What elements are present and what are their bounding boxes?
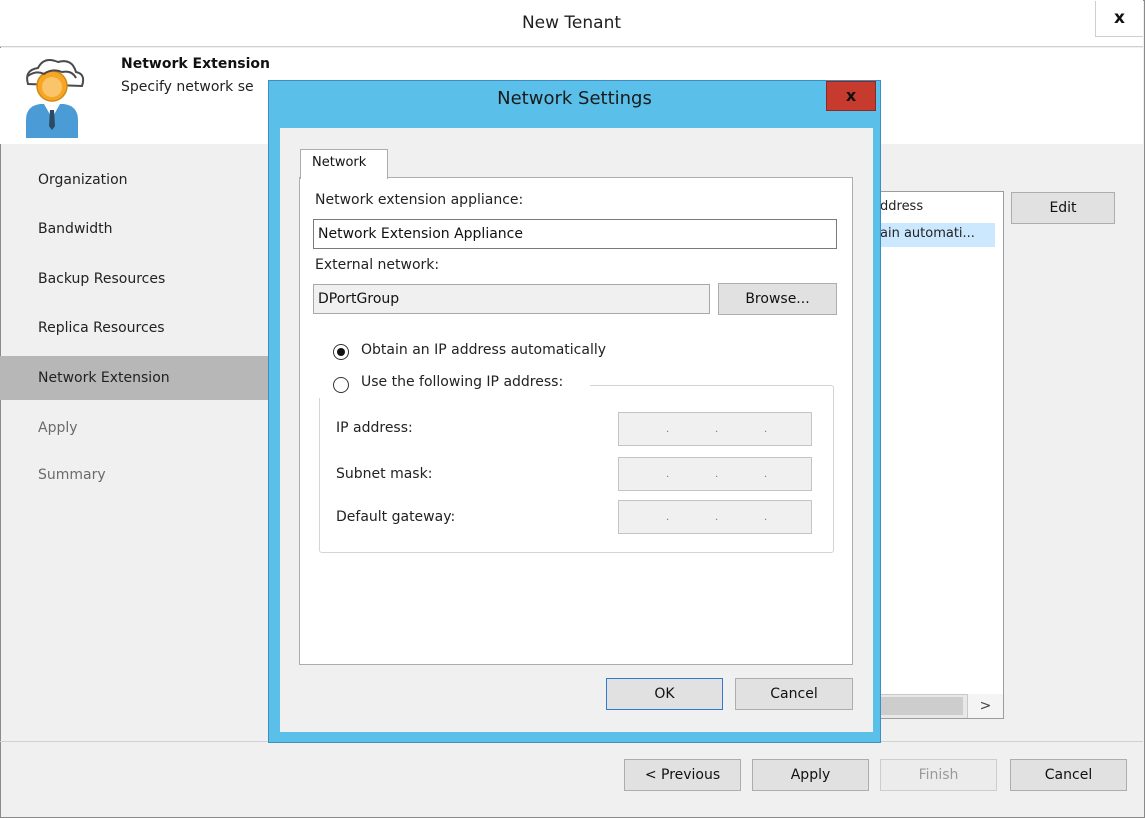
cancel-button[interactable]: Cancel	[1010, 759, 1127, 791]
appliance-label: Network extension appliance:	[315, 192, 524, 208]
tenant-cloud-user-icon	[26, 59, 85, 138]
step-backup-resources[interactable]: Backup Resources	[0, 257, 268, 301]
scroll-right-icon[interactable]: >	[967, 694, 1003, 718]
ip-address-label: IP address:	[336, 420, 413, 436]
external-network-field: DPortGroup	[313, 284, 710, 314]
window-title: New Tenant	[521, 13, 622, 33]
subnet-mask-label: Subnet mask:	[336, 466, 433, 482]
subnet-mask-field: ...	[618, 457, 812, 491]
browse-button[interactable]: Browse...	[718, 283, 837, 315]
radio-selected-dot	[337, 348, 345, 356]
previous-button[interactable]: < Previous	[624, 759, 741, 791]
radio-obtain-auto[interactable]	[333, 344, 349, 360]
edit-button[interactable]: Edit	[1011, 192, 1115, 224]
network-adapters-list[interactable]	[872, 191, 1004, 719]
step-summary: Summary	[38, 467, 106, 483]
step-replica-resources[interactable]: Replica Resources	[0, 306, 268, 350]
external-network-label: External network:	[315, 257, 440, 273]
list-cell: ain automati...	[880, 226, 975, 241]
scrollbar-thumb[interactable]	[873, 697, 963, 715]
ip-address-field: ...	[618, 412, 812, 446]
dialog-cancel-button[interactable]: Cancel	[735, 678, 853, 710]
radio-use-following-label[interactable]: Use the following IP address:	[361, 374, 563, 390]
tab-network[interactable]: Network	[300, 149, 388, 179]
dialog-close-button[interactable]: x	[826, 81, 876, 111]
window-close-button[interactable]: x	[1095, 1, 1143, 37]
step-bandwidth[interactable]: Bandwidth	[0, 207, 268, 251]
default-gateway-label: Default gateway:	[336, 509, 456, 525]
default-gateway-field: ...	[618, 500, 812, 534]
step-title: Network Extension	[121, 56, 271, 72]
finish-button: Finish	[880, 759, 997, 791]
appliance-field[interactable]: Network Extension Appliance	[313, 219, 837, 249]
step-organization[interactable]: Organization	[0, 158, 268, 202]
dialog-title: Network Settings	[497, 88, 652, 109]
step-network-extension[interactable]: Network Extension	[0, 356, 268, 400]
radio-obtain-auto-label[interactable]: Obtain an IP address automatically	[361, 342, 606, 358]
step-description: Specify network se	[121, 79, 254, 95]
radio-use-following[interactable]	[333, 377, 349, 393]
apply-button[interactable]: Apply	[752, 759, 869, 791]
step-apply: Apply	[38, 420, 78, 436]
ok-button[interactable]: OK	[606, 678, 723, 710]
list-column-header[interactable]: ddress	[880, 199, 923, 214]
